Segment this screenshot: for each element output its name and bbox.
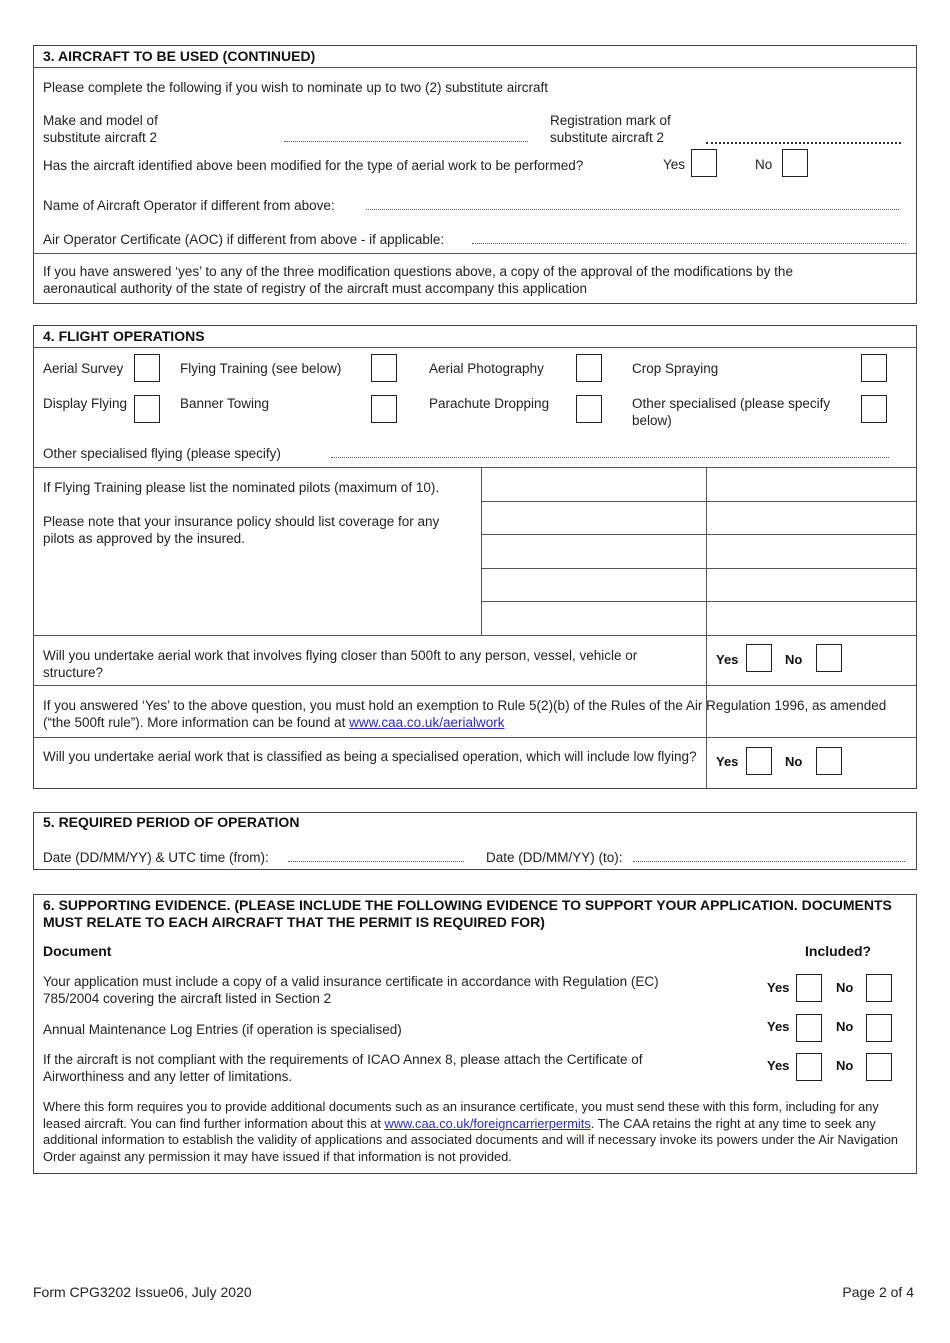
op-display-flying-label: Display Flying <box>43 396 128 411</box>
exemption-note: If you answered ‘Yes’ to the above quest… <box>43 697 903 731</box>
pilot-cell[interactable] <box>482 502 705 533</box>
op-aerial-survey-checkbox[interactable] <box>134 354 160 382</box>
pilot-cell[interactable] <box>482 535 705 567</box>
modified-no-label: No <box>755 157 773 172</box>
op-parachute-dropping-label: Parachute Dropping <box>429 396 550 411</box>
op-other-specialised-label: Other specialised (please specify below) <box>632 396 831 428</box>
operator-label: Name of Aircraft Operator if different f… <box>43 198 335 213</box>
section-6-note: Where this form requires you to provide … <box>43 1099 908 1165</box>
make-model-label: Make and model of substitute aircraft 2 <box>43 112 158 146</box>
divider <box>33 67 917 68</box>
document-item-maintenance: Annual Maintenance Log Entries (if opera… <box>43 1022 402 1037</box>
registration-label-line1: Registration mark of <box>550 113 671 128</box>
pilots-instruction: If Flying Training please list the nomin… <box>43 480 440 495</box>
section-5-title: 5. REQUIRED PERIOD OF OPERATION <box>43 814 300 830</box>
col-included-header: Included? <box>805 943 872 959</box>
divider <box>33 685 917 686</box>
op-parachute-dropping-checkbox[interactable] <box>576 395 602 423</box>
pilot-cell[interactable] <box>707 569 916 600</box>
foreigncarrierpermits-link[interactable]: www.caa.co.uk/foreigncarrierpermits <box>384 1116 590 1131</box>
section-3-intro: Please complete the following if you wis… <box>43 80 549 95</box>
op-aerial-photography-checkbox[interactable] <box>576 354 602 382</box>
q500-no-label: No <box>785 652 803 667</box>
specialised-no-checkbox[interactable] <box>816 747 842 775</box>
doc2-yes-label: Yes <box>767 1019 790 1034</box>
divider <box>33 737 917 738</box>
pilot-cell[interactable] <box>707 602 916 635</box>
make-model-label-line1: Make and model of <box>43 113 158 128</box>
op-crop-spraying-label: Crop Spraying <box>632 361 719 376</box>
other-specialised-field[interactable] <box>331 457 889 458</box>
make-model-field[interactable] <box>284 141 528 142</box>
doc2-no-label: No <box>836 1019 854 1034</box>
pilot-cell[interactable] <box>482 602 705 635</box>
registration-label: Registration mark of substitute aircraft… <box>550 112 671 146</box>
section-3-title: 3. AIRCRAFT TO BE USED (CONTINUED) <box>43 48 316 64</box>
page-number: Page 2 of 4 <box>842 1284 914 1300</box>
doc2-yes-checkbox[interactable] <box>796 1014 822 1042</box>
registration-field[interactable] <box>706 142 901 144</box>
op-banner-towing-checkbox[interactable] <box>371 395 397 423</box>
period-to-label: Date (DD/MM/YY) (to): <box>486 850 623 865</box>
modified-question: Has the aircraft identified above been m… <box>43 158 584 173</box>
pilot-cell[interactable] <box>707 535 916 567</box>
specialised-text: Will you undertake aerial work that is c… <box>43 749 697 764</box>
pilots-note: Please note that your insurance policy s… <box>43 514 440 546</box>
op-aerial-survey-label: Aerial Survey <box>43 361 124 376</box>
doc3-no-label: No <box>836 1058 854 1073</box>
divider <box>33 253 917 254</box>
aoc-label: Air Operator Certificate (AOC) if differ… <box>43 232 445 247</box>
doc3-no-checkbox[interactable] <box>866 1053 892 1081</box>
divider <box>33 347 917 348</box>
section-4-title: 4. FLIGHT OPERATIONS <box>43 328 205 344</box>
modification-note: If you have answered ‘yes’ to any of the… <box>43 264 793 296</box>
q500-yes-label: Yes <box>716 652 739 667</box>
modified-yes-label: Yes <box>663 157 686 172</box>
section-6-title: 6. SUPPORTING EVIDENCE. (PLEASE INCLUDE … <box>43 897 892 930</box>
modified-no-checkbox[interactable] <box>782 149 808 177</box>
other-specialised-label: Other specialised flying (please specify… <box>43 446 281 461</box>
doc1-no-label: No <box>836 980 854 995</box>
doc3-yes-label: Yes <box>767 1058 790 1073</box>
divider <box>706 737 707 789</box>
doc1-no-checkbox[interactable] <box>866 974 892 1002</box>
doc3-yes-checkbox[interactable] <box>796 1053 822 1081</box>
specialised-no-label: No <box>785 754 803 769</box>
op-other-specialised-checkbox[interactable] <box>861 395 887 423</box>
op-crop-spraying-checkbox[interactable] <box>861 354 887 382</box>
specialised-yes-checkbox[interactable] <box>746 747 772 775</box>
op-banner-towing-label: Banner Towing <box>180 396 270 411</box>
period-from-field[interactable] <box>288 861 464 862</box>
specialised-yes-label: Yes <box>716 754 739 769</box>
doc1-yes-checkbox[interactable] <box>796 974 822 1002</box>
pilot-cell[interactable] <box>482 468 705 500</box>
q500-yes-checkbox[interactable] <box>746 644 772 672</box>
divider <box>33 635 917 636</box>
q500-no-checkbox[interactable] <box>816 644 842 672</box>
registration-label-line2: substitute aircraft 2 <box>550 130 665 145</box>
form-identifier: Form CPG3202 Issue06, July 2020 <box>33 1284 252 1300</box>
document-item-airworthiness: If the aircraft is not compliant with th… <box>43 1052 643 1084</box>
op-flying-training-label: Flying Training (see below) <box>180 361 342 376</box>
pilot-cell[interactable] <box>707 502 916 533</box>
aerialwork-link[interactable]: www.caa.co.uk/aerialwork <box>349 715 504 730</box>
op-display-flying-checkbox[interactable] <box>134 395 160 423</box>
op-aerial-photography-label: Aerial Photography <box>429 361 544 376</box>
period-from-label: Date (DD/MM/YY) & UTC time (from): <box>43 850 269 865</box>
op-flying-training-checkbox[interactable] <box>371 354 397 382</box>
operator-field[interactable] <box>366 209 899 210</box>
q500-text: Will you undertake aerial work that invo… <box>43 648 638 680</box>
modified-yes-checkbox[interactable] <box>691 149 717 177</box>
document-item-insurance: Your application must include a copy of … <box>43 974 659 1006</box>
pilot-cell[interactable] <box>707 468 916 500</box>
pilot-cell[interactable] <box>482 569 705 600</box>
make-model-label-line2: substitute aircraft 2 <box>43 130 158 145</box>
aoc-field[interactable] <box>472 243 906 244</box>
doc2-no-checkbox[interactable] <box>866 1014 892 1042</box>
col-document-header: Document <box>43 943 112 959</box>
period-to-field[interactable] <box>633 861 905 862</box>
doc1-yes-label: Yes <box>767 980 790 995</box>
